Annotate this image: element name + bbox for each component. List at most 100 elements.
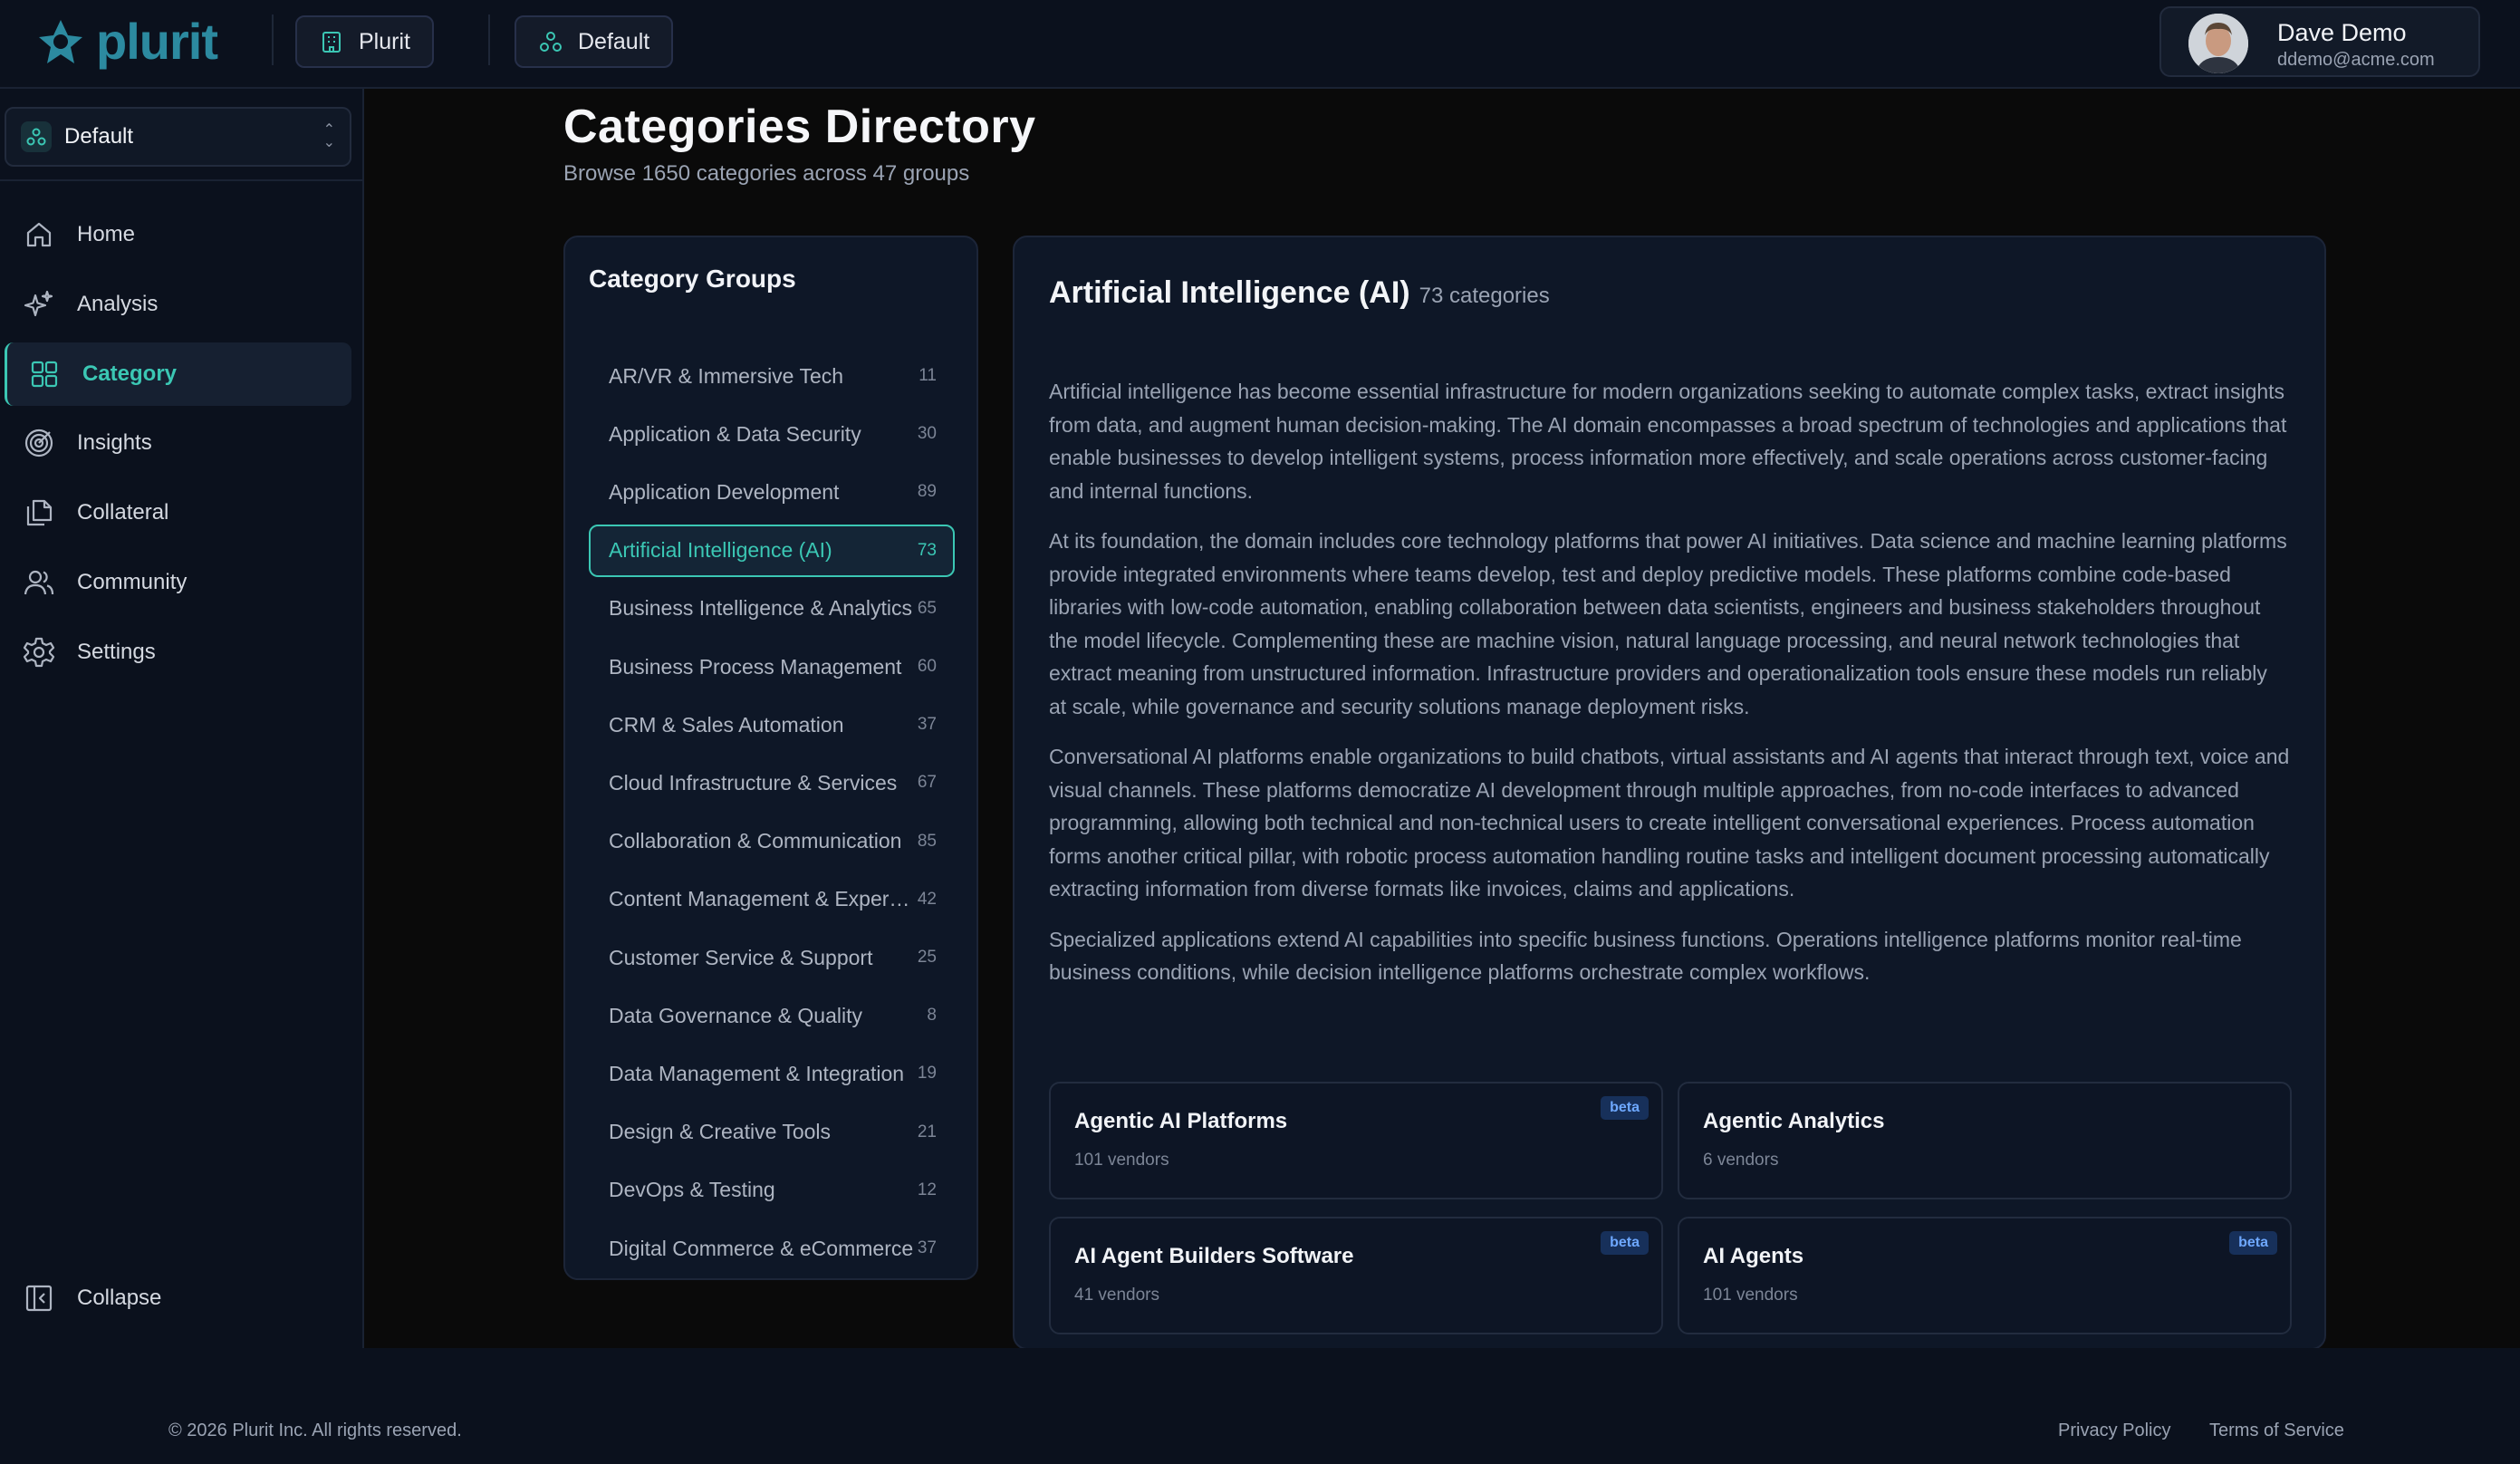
beta-badge: beta — [1601, 1231, 1649, 1255]
category-card-vendors: 101 vendors — [1074, 1151, 1169, 1170]
description-paragraph: Artificial intelligence has become essen… — [1049, 380, 2287, 503]
sparkles-icon — [24, 290, 53, 317]
sidebar: Default ⌃ ⌄ Home Analysis Category Insigh… — [0, 89, 364, 1348]
description-paragraph: Conversational AI platforms enable organ… — [1049, 745, 2290, 901]
category-group-count: 37 — [917, 715, 937, 735]
collapse-button[interactable]: Collapse — [5, 1267, 351, 1330]
category-group-label: Customer Service & Support — [609, 945, 873, 969]
category-group-item[interactable]: Business Process Management 60 — [589, 640, 955, 693]
category-group-item[interactable]: Customer Service & Support 25 — [589, 931, 955, 984]
sidebar-item-label: Community — [77, 570, 188, 594]
org-chip-label: Default — [578, 28, 650, 54]
category-group-label: AR/VR & Immersive Tech — [609, 363, 844, 388]
sidebar-item-label: Category — [82, 361, 178, 386]
workspace-chip-label: Plurit — [359, 28, 410, 54]
category-group-item[interactable]: Cloud Infrastructure & Services 67 — [589, 756, 955, 809]
category-group-item[interactable]: DevOps & Testing 12 — [589, 1164, 955, 1217]
category-group-label: DevOps & Testing — [609, 1178, 775, 1202]
category-detail-title: Artificial Intelligence (AI) 73 categorie… — [1049, 275, 1550, 311]
divider — [0, 179, 362, 181]
category-group-label: Application & Data Security — [609, 421, 861, 446]
description-paragraph: Specialized applications extend AI capab… — [1049, 927, 2242, 985]
sidebar-item-analysis[interactable]: Analysis — [5, 273, 351, 336]
org-icon — [540, 32, 562, 52]
user-email: ddemo@acme.com — [2277, 50, 2435, 70]
org-chip[interactable]: Default — [515, 15, 674, 68]
sidebar-item-community[interactable]: Community — [5, 551, 351, 614]
category-group-count: 60 — [917, 657, 937, 676]
workspace-chip[interactable]: Plurit — [295, 15, 434, 68]
avatar — [2188, 14, 2248, 73]
category-card-name: Agentic Analytics — [1703, 1109, 1885, 1133]
user-menu[interactable]: Dave Demo ddemo@acme.com — [2159, 6, 2480, 77]
category-group-count: 25 — [917, 948, 937, 967]
category-groups-panel: Category Groups AR/VR & Immersive Tech 11… — [563, 236, 978, 1280]
category-count: 73 categories — [1419, 284, 1550, 308]
files-icon — [26, 499, 53, 526]
category-group-count: 85 — [917, 831, 937, 851]
category-group-item[interactable]: Content Management & Experience 42 — [589, 873, 955, 926]
category-group-label: Digital Commerce & eCommerce — [609, 1236, 914, 1260]
category-group-item[interactable]: CRM & Sales Automation 37 — [589, 698, 955, 751]
sidebar-item-label: Home — [77, 222, 136, 246]
category-group-label: Content Management & Experience — [609, 887, 918, 911]
category-group-item[interactable]: Design & Creative Tools 21 — [589, 1106, 955, 1159]
category-card-vendors: 41 vendors — [1074, 1286, 1160, 1305]
category-card[interactable]: AI Agent Builders Software 41 vendors be… — [1049, 1217, 1663, 1334]
category-group-count: 12 — [917, 1180, 937, 1199]
category-group-item[interactable]: Data Governance & Quality 8 — [589, 989, 955, 1042]
sidebar-item-settings[interactable]: Settings — [5, 621, 351, 684]
collapse-label: Collapse — [77, 1286, 162, 1310]
brand-logo[interactable]: plurit — [36, 13, 218, 70]
category-group-label: Cloud Infrastructure & Services — [609, 770, 898, 795]
category-group-count: 30 — [917, 424, 937, 444]
sidebar-item-label: Insights — [77, 430, 152, 455]
org-select[interactable]: Default ⌃ ⌄ — [5, 107, 351, 167]
category-group-count: 37 — [917, 1238, 937, 1257]
category-group-item[interactable]: Data Management & Integration 19 — [589, 1047, 955, 1100]
building-icon — [322, 32, 341, 53]
category-group-count: 19 — [917, 1064, 937, 1084]
grid-icon — [31, 361, 58, 388]
divider — [488, 14, 490, 65]
category-group-label: Application Development — [609, 479, 840, 504]
category-name: Artificial Intelligence (AI) — [1049, 275, 1410, 310]
category-group-label: CRM & Sales Automation — [609, 712, 844, 737]
category-group-count: 65 — [917, 598, 937, 618]
org-icon — [21, 121, 52, 152]
category-description: Artificial intelligence has become essen… — [1049, 375, 2290, 1006]
user-name: Dave Demo — [2277, 19, 2407, 46]
category-card[interactable]: AI Agents 101 vendors beta — [1678, 1217, 2292, 1334]
category-card[interactable]: Agentic Analytics 6 vendors — [1678, 1082, 2292, 1199]
sidebar-item-label: Analysis — [77, 292, 159, 316]
category-card[interactable]: Agentic AI Platforms 101 vendors beta — [1049, 1082, 1663, 1199]
category-group-item[interactable]: Digital Commerce & eCommerce 37 — [589, 1222, 955, 1275]
category-group-item[interactable]: Application & Data Security 30 — [589, 408, 955, 460]
privacy-policy-link[interactable]: Privacy Policy — [2058, 1421, 2170, 1441]
sidebar-item-insights[interactable]: Insights — [5, 411, 351, 475]
category-group-item[interactable]: Application Development 89 — [589, 466, 955, 518]
home-icon — [26, 222, 52, 247]
brand-name: plurit — [96, 13, 218, 70]
plurit-logo-icon — [39, 20, 82, 63]
category-group-item[interactable]: Collaboration & Communication 85 — [589, 815, 955, 868]
category-group-count: 89 — [917, 482, 937, 502]
category-card-name: AI Agents — [1703, 1244, 1804, 1268]
top-bar: plurit Plurit Default Dave Demo ddemo@ac… — [0, 0, 2520, 89]
divider — [272, 14, 274, 65]
category-card-name: AI Agent Builders Software — [1074, 1244, 1354, 1268]
sidebar-item-home[interactable]: Home — [5, 203, 351, 266]
category-group-item[interactable]: AR/VR & Immersive Tech 11 — [589, 350, 955, 402]
category-group-item[interactable]: Artificial Intelligence (AI) 73 — [589, 524, 955, 577]
category-group-item[interactable]: Business Intelligence & Analytics 65 — [589, 583, 955, 635]
sidebar-item-collateral[interactable]: Collateral — [5, 481, 351, 544]
category-group-label: Design & Creative Tools — [609, 1120, 832, 1144]
terms-of-service-link[interactable]: Terms of Service — [2209, 1421, 2344, 1441]
category-group-label: Artificial Intelligence (AI) — [609, 538, 832, 563]
category-card-name: Agentic AI Platforms — [1074, 1109, 1288, 1133]
category-groups-title: Category Groups — [589, 265, 796, 293]
chevron-up-down-icon: ⌃ ⌄ — [322, 122, 335, 150]
page-subtitle: Browse 1650 categories across 47 groups — [563, 161, 970, 186]
sidebar-item-category[interactable]: Category — [5, 342, 351, 406]
target-icon — [24, 429, 53, 458]
